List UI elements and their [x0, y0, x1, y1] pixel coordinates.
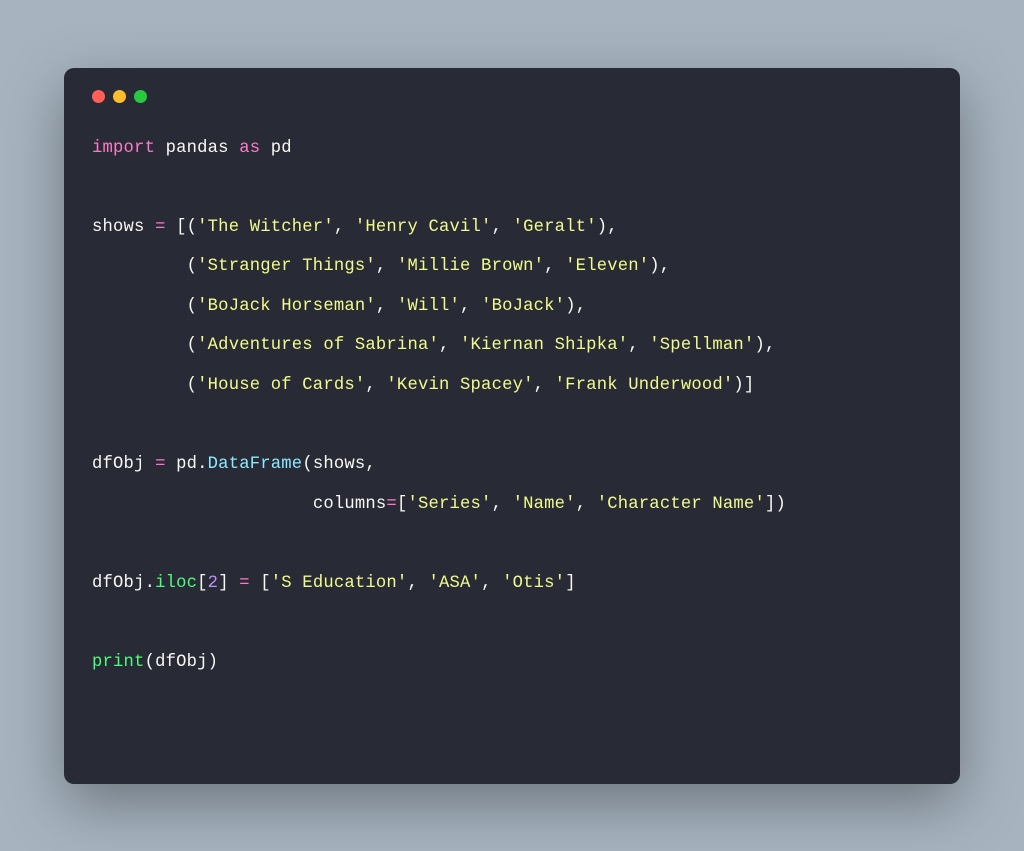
keyword-as: as [239, 139, 260, 158]
module-pandas: pandas [166, 139, 229, 158]
string-literal: 'Eleven' [565, 257, 649, 276]
punct: , [376, 257, 397, 276]
punct: ]) [765, 495, 786, 514]
string-literal: 'Adventures of Sabrina' [197, 336, 439, 355]
punct: ( [92, 257, 197, 276]
kw-columns: columns [313, 495, 387, 514]
string-literal: 'Henry Cavil' [355, 218, 492, 237]
punct: , [544, 257, 565, 276]
punct: , [407, 574, 428, 593]
string-literal: 'ASA' [428, 574, 481, 593]
code-editor-window: import pandas as pd shows = [('The Witch… [64, 68, 960, 784]
keyword-import: import [92, 139, 155, 158]
op-eq: = [239, 574, 250, 593]
string-literal: 'Geralt' [513, 218, 597, 237]
string-literal: 'Name' [513, 495, 576, 514]
punct: , [365, 455, 376, 474]
punct: ), [754, 336, 775, 355]
op-eq: = [155, 218, 166, 237]
punct: [ [260, 574, 271, 593]
string-literal: 'Series' [407, 495, 491, 514]
punct: ), [597, 218, 618, 237]
punct: ] [218, 574, 229, 593]
punct: , [439, 336, 460, 355]
string-literal: 'BoJack' [481, 297, 565, 316]
punct: ) [208, 653, 219, 672]
punct: , [492, 495, 513, 514]
alias-pd: pd [271, 139, 292, 158]
module-pd: pd [176, 455, 197, 474]
punct: ( [92, 297, 197, 316]
punct: ), [649, 257, 670, 276]
close-icon[interactable] [92, 90, 105, 103]
string-literal: 'Character Name' [597, 495, 765, 514]
maximize-icon[interactable] [134, 90, 147, 103]
string-literal: 'Millie Brown' [397, 257, 544, 276]
punct: , [481, 574, 502, 593]
arg-dfobj: dfObj [155, 653, 208, 672]
fn-print: print [92, 653, 145, 672]
string-literal: 'Spellman' [649, 336, 754, 355]
punct: , [628, 336, 649, 355]
punct: , [365, 376, 386, 395]
string-literal: 'Kevin Spacey' [386, 376, 533, 395]
string-literal: 'The Witcher' [197, 218, 334, 237]
punct: , [376, 297, 397, 316]
attr-iloc: iloc [155, 574, 197, 593]
string-literal: 'S Education' [271, 574, 408, 593]
minimize-icon[interactable] [113, 90, 126, 103]
punct: ( [92, 336, 197, 355]
string-literal: 'Will' [397, 297, 460, 316]
punct: , [492, 218, 513, 237]
punct [92, 495, 313, 514]
var-dfobj: dfObj [92, 455, 145, 474]
punct: , [534, 376, 555, 395]
punct: [( [176, 218, 197, 237]
punct: , [576, 495, 597, 514]
op-eq: = [155, 455, 166, 474]
punct: , [460, 297, 481, 316]
punct: . [197, 455, 208, 474]
class-dataframe: DataFrame [208, 455, 303, 474]
punct: ( [145, 653, 156, 672]
string-literal: 'Frank Underwood' [555, 376, 734, 395]
string-literal: 'House of Cards' [197, 376, 365, 395]
string-literal: 'Otis' [502, 574, 565, 593]
punct: ), [565, 297, 586, 316]
code-block: import pandas as pd shows = [('The Witch… [92, 129, 932, 683]
var-dfobj: dfObj [92, 574, 145, 593]
number-literal: 2 [208, 574, 219, 593]
arg-shows: shows [313, 455, 366, 474]
punct: ] [565, 574, 576, 593]
string-literal: 'Kiernan Shipka' [460, 336, 628, 355]
punct: . [145, 574, 156, 593]
punct: , [334, 218, 355, 237]
punct: )] [733, 376, 754, 395]
punct: [ [397, 495, 408, 514]
punct: [ [197, 574, 208, 593]
op-eq: = [386, 495, 397, 514]
var-shows: shows [92, 218, 145, 237]
punct: ( [302, 455, 313, 474]
string-literal: 'BoJack Horseman' [197, 297, 376, 316]
string-literal: 'Stranger Things' [197, 257, 376, 276]
punct: ( [92, 376, 197, 395]
window-controls [92, 90, 932, 103]
